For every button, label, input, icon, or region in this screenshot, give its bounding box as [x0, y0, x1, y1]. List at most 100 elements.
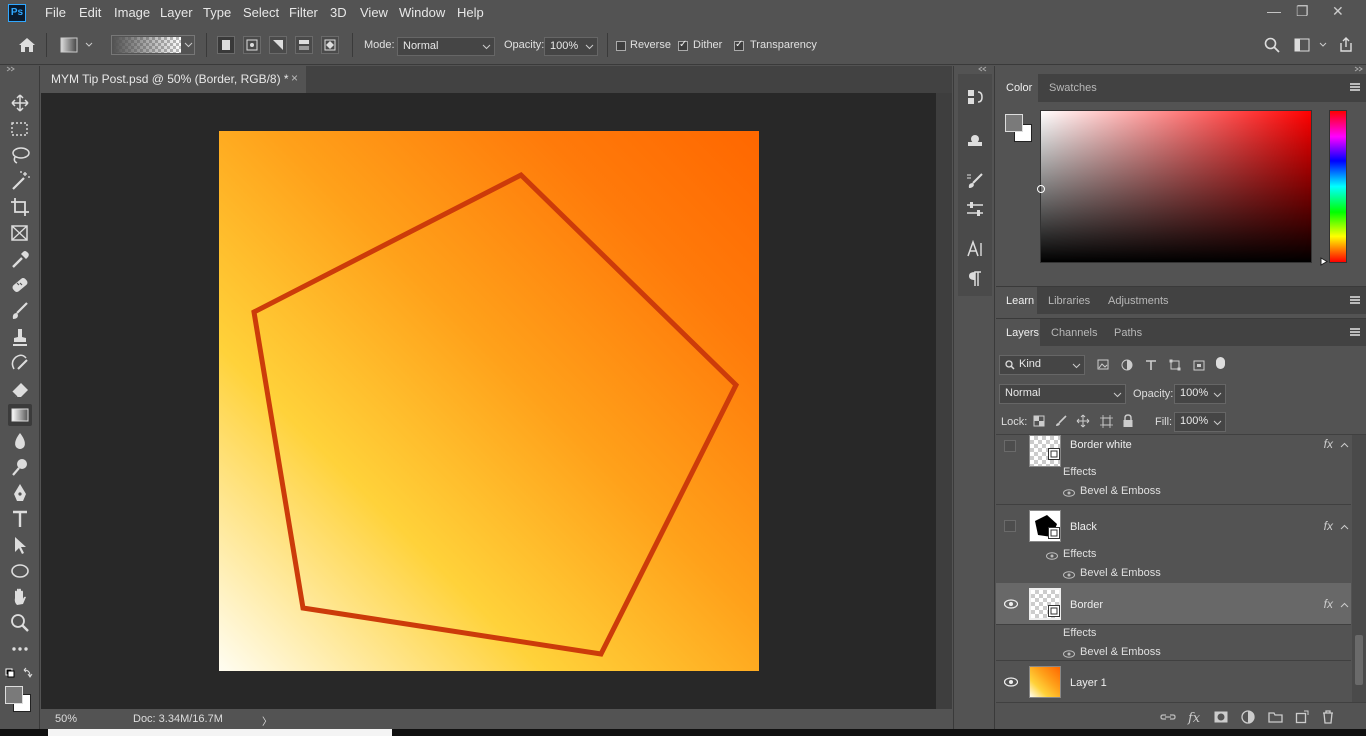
dither-checkbox[interactable] — [678, 39, 688, 51]
filter-shape-icon[interactable] — [1169, 359, 1181, 371]
restore-button[interactable]: ❐ — [1296, 3, 1309, 20]
ellipse-tool[interactable] — [8, 560, 32, 582]
tab-channels[interactable]: Channels — [1041, 319, 1107, 347]
menu-image[interactable]: Image — [114, 5, 150, 20]
brush-tool[interactable] — [8, 300, 32, 322]
zoom-level[interactable]: 50% — [55, 713, 77, 725]
path-selection-tool[interactable] — [8, 534, 32, 556]
filter-toggle-icon[interactable] — [1216, 357, 1225, 369]
eye-icon[interactable] — [1063, 489, 1075, 497]
canvas-area[interactable] — [41, 93, 936, 709]
photoshop-logo[interactable]: Ps — [8, 4, 26, 22]
workspace-icon[interactable] — [1294, 38, 1328, 52]
tab-learn[interactable]: Learn — [996, 287, 1037, 315]
menu-help[interactable]: Help — [457, 5, 484, 20]
brush-settings-icon[interactable] — [966, 172, 984, 190]
scrollbar-thumb[interactable] — [1355, 635, 1363, 685]
lock-artboard-icon[interactable] — [1100, 415, 1113, 428]
layer-row-layer-1[interactable]: Layer 1 — [996, 661, 1351, 702]
layer-name[interactable]: Border white — [1070, 439, 1132, 451]
history-brush-tool[interactable] — [8, 352, 32, 374]
delete-layer-icon[interactable] — [1322, 710, 1334, 724]
mode-select[interactable]: Normal — [397, 37, 495, 56]
diamond-gradient-button[interactable] — [321, 36, 339, 54]
visibility-toggle-off[interactable] — [1004, 440, 1016, 452]
close-document-icon[interactable]: × — [291, 71, 298, 85]
angle-gradient-button[interactable] — [269, 36, 287, 54]
layer-style-fx-icon[interactable]: fx — [1187, 709, 1203, 725]
paragraph-panel-icon[interactable] — [966, 270, 984, 288]
panel-menu-icon[interactable] — [1350, 328, 1360, 336]
layer-row-black[interactable]: Black fx Effects Bevel & Emboss — [996, 504, 1351, 584]
collapse-arrows-icon[interactable] — [1354, 66, 1364, 72]
eye-icon[interactable] — [1004, 599, 1018, 609]
eye-icon[interactable] — [1063, 571, 1075, 579]
eye-icon[interactable] — [1063, 650, 1075, 658]
chevron-up-icon[interactable] — [1340, 524, 1349, 530]
hand-tool[interactable] — [8, 586, 32, 608]
eyedropper-tool[interactable] — [8, 248, 32, 270]
frame-tool[interactable] — [8, 222, 32, 244]
filter-type-icon[interactable] — [1145, 359, 1157, 371]
3d-panel-icon[interactable] — [966, 130, 984, 148]
layer-name[interactable]: Layer 1 — [1070, 677, 1107, 689]
menu-window[interactable]: Window — [399, 5, 445, 20]
lasso-tool[interactable] — [8, 144, 32, 166]
eye-icon[interactable] — [1046, 552, 1058, 560]
visibility-toggle-off[interactable] — [1004, 520, 1016, 532]
add-mask-icon[interactable] — [1214, 711, 1228, 723]
gradient-tool[interactable] — [8, 404, 32, 426]
tab-paths[interactable]: Paths — [1104, 319, 1152, 347]
stamp-tool[interactable] — [8, 326, 32, 348]
fx-icon[interactable]: fx — [1324, 437, 1333, 451]
layer-opacity-field[interactable]: 100% — [1174, 384, 1226, 404]
document-tab[interactable]: MYM Tip Post.psd @ 50% (Border, RGB/8) *… — [41, 66, 306, 93]
lock-image-pixels-icon[interactable] — [1055, 415, 1067, 427]
blend-mode-select[interactable]: Normal — [999, 384, 1126, 404]
healing-brush-tool[interactable] — [8, 274, 32, 296]
reflected-gradient-button[interactable] — [295, 36, 313, 54]
magic-wand-tool[interactable] — [8, 170, 32, 192]
search-icon[interactable] — [1264, 37, 1280, 53]
layer-row-border-white[interactable]: Border white fx Effects Bevel & Emboss — [996, 435, 1351, 514]
linear-gradient-button[interactable] — [217, 36, 235, 54]
blur-tool[interactable] — [8, 430, 32, 452]
menu-file[interactable]: File — [45, 5, 66, 20]
marquee-tool[interactable] — [8, 118, 32, 140]
foreground-color-swatch[interactable] — [5, 686, 23, 704]
menu-layer[interactable]: Layer — [160, 5, 193, 20]
new-layer-icon[interactable] — [1295, 710, 1309, 724]
share-icon[interactable] — [1338, 36, 1354, 53]
home-icon[interactable] — [18, 37, 36, 53]
taskbar-item[interactable] — [48, 729, 392, 736]
chevron-up-icon[interactable] — [1340, 602, 1349, 608]
vertical-scrollbar[interactable] — [936, 93, 952, 709]
panel-menu-icon[interactable] — [1350, 296, 1360, 304]
layer-filter-kind[interactable]: Kind — [999, 355, 1085, 375]
filter-adjustment-icon[interactable] — [1121, 359, 1133, 371]
hue-slider[interactable] — [1329, 110, 1347, 263]
type-tool[interactable] — [8, 508, 32, 530]
minimize-button[interactable]: — — [1267, 3, 1281, 19]
gradient-picker[interactable] — [111, 35, 195, 55]
document-canvas[interactable] — [219, 131, 759, 671]
history-panel-icon[interactable] — [966, 88, 984, 106]
layer-name[interactable]: Black — [1070, 521, 1097, 533]
lock-all-icon[interactable] — [1122, 414, 1134, 428]
tab-adjustments[interactable]: Adjustments — [1098, 287, 1179, 315]
tab-color[interactable]: Color — [996, 74, 1038, 102]
lock-transparent-pixels-icon[interactable] — [1033, 415, 1045, 427]
menu-edit[interactable]: Edit — [79, 5, 101, 20]
adjustment-layer-icon[interactable] — [1241, 710, 1255, 724]
radial-gradient-button[interactable] — [243, 36, 261, 54]
default-colors-icon[interactable] — [5, 667, 35, 681]
lock-position-icon[interactable] — [1076, 414, 1090, 428]
menu-select[interactable]: Select — [243, 5, 279, 20]
color-picker-marker[interactable] — [1037, 185, 1045, 193]
filter-smart-object-icon[interactable] — [1193, 359, 1205, 371]
color-field[interactable] — [1037, 110, 1312, 263]
opacity-field[interactable]: 100% — [544, 37, 598, 56]
tab-layers[interactable]: Layers — [996, 319, 1040, 347]
hue-slider-handle[interactable] — [1320, 257, 1328, 266]
brushes-panel-icon[interactable] — [966, 200, 984, 218]
